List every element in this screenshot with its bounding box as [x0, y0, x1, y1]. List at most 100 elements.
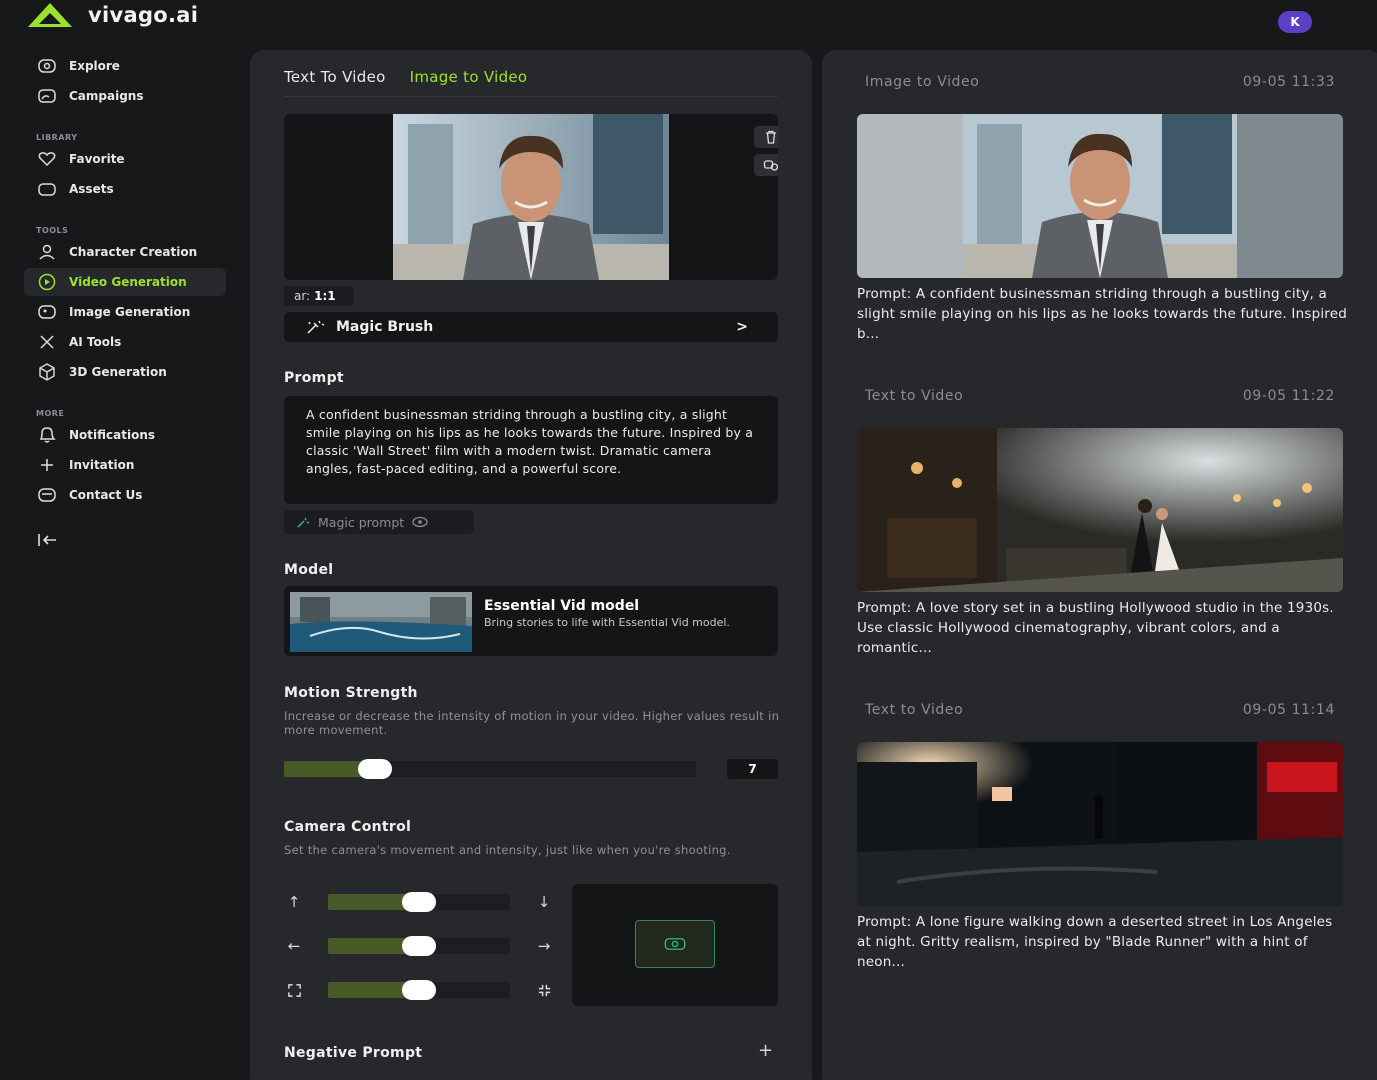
sidebar-item-label: 3D Generation [69, 365, 167, 379]
prompt-textarea[interactable]: A confident businessman striding through… [284, 396, 778, 504]
sidebar-item-label: Invitation [69, 458, 135, 472]
add-negative-prompt-button[interactable]: + [758, 1040, 773, 1061]
sidebar-item-label: Explore [69, 59, 120, 73]
sidebar-item-label: AI Tools [69, 335, 122, 349]
history-item-thumbnail[interactable] [857, 742, 1343, 906]
more-section-label: MORE [36, 409, 65, 418]
arrow-up-icon[interactable]: ↑ [285, 893, 303, 911]
motion-strength-slider[interactable] [284, 759, 696, 779]
history-item-time: 09-05 11:14 [1242, 702, 1335, 718]
aspect-ratio-value: 1:1 [314, 289, 336, 303]
sidebar-item-campaigns[interactable]: Campaigns [24, 82, 226, 110]
history-item-thumbnail[interactable] [857, 114, 1343, 278]
night-street-video-thumbnail [857, 742, 1343, 906]
magic-brush-label: Magic Brush [336, 319, 434, 335]
character-icon [39, 244, 55, 260]
sidebar-item-contact-us[interactable]: Contact Us [24, 481, 226, 509]
mail-icon [38, 488, 56, 502]
history-item-type: Text to Video [865, 388, 964, 404]
magic-prompt-label: Magic prompt [318, 514, 405, 530]
history-item-prompt: Prompt: A lone figure walking down a des… [857, 914, 1333, 970]
history-item-prompt: Prompt: A confident businessman striding… [857, 286, 1348, 342]
history-item-time: 09-05 11:22 [1242, 388, 1335, 404]
slider-thumb[interactable] [402, 936, 436, 956]
history-item-header: Text to Video 09-05 11:22 [865, 388, 1335, 404]
magic-brush-icon [307, 320, 325, 334]
negative-prompt-title: Negative Prompt [284, 1045, 423, 1061]
slider-thumb[interactable] [402, 892, 436, 912]
sidebar-item-character-creation[interactable]: Character Creation [24, 238, 226, 266]
camera-preview [572, 884, 778, 1006]
businessman-video-thumbnail [857, 114, 1343, 278]
camera-control-description: Set the camera's movement and intensity,… [284, 843, 731, 857]
chevron-right-icon: > [736, 319, 748, 335]
magic-prompt-toggle[interactable]: Magic prompt [284, 510, 474, 534]
sidebar-item-label: Campaigns [69, 89, 144, 103]
replace-image-icon [763, 160, 778, 171]
eye-icon [412, 516, 428, 528]
history-item-time: 09-05 11:33 [1242, 74, 1335, 90]
camera-vertical-slider[interactable] [328, 892, 510, 912]
aspect-ratio-label: ar: [294, 289, 311, 303]
sidebar-item-label: Video Generation [69, 275, 187, 289]
sidebar-item-label: Contact Us [69, 488, 143, 502]
sidebar-item-assets[interactable]: Assets [24, 175, 226, 203]
shrink-icon [538, 984, 550, 996]
heart-icon [38, 152, 56, 167]
tab-text-to-video[interactable]: Text To Video [284, 68, 386, 86]
sidebar-item-video-generation[interactable]: Video Generation [24, 268, 226, 296]
camera-frame[interactable] [635, 920, 715, 968]
magic-brush-button[interactable]: Magic Brush > [284, 312, 778, 342]
model-title: Model [284, 562, 334, 578]
uploaded-image-preview [284, 114, 778, 280]
camera-zoom-slider[interactable] [328, 980, 510, 1000]
plus-icon [41, 459, 53, 471]
model-name: Essential Vid model [484, 598, 640, 614]
sidebar-item-notifications[interactable]: Notifications [24, 421, 226, 449]
generator-panel: Text To Video Image to Video ar: 1:1 Mag… [250, 50, 812, 1080]
sidebar-item-image-generation[interactable]: Image Generation [24, 298, 226, 326]
zoom-in-icon[interactable] [535, 981, 553, 999]
camera-horizontal-slider[interactable] [328, 936, 510, 956]
arrow-left-icon[interactable]: ← [285, 937, 303, 955]
sidebar: Explore Campaigns LIBRARY Favorite Asset… [0, 0, 240, 1080]
delete-image-button[interactable] [754, 126, 778, 148]
history-item-header: Text to Video 09-05 11:14 [865, 702, 1335, 718]
model-selector[interactable]: Essential Vid model Bring stories to lif… [284, 586, 778, 656]
slider-thumb[interactable] [358, 759, 392, 779]
bell-icon [39, 427, 56, 443]
history-panel: Image to Video 09-05 11:33 Prompt: A con… [822, 50, 1377, 1080]
image-icon [38, 305, 56, 319]
sparkle-icon [297, 517, 310, 528]
user-avatar[interactable]: K [1278, 11, 1312, 33]
history-item-thumbnail[interactable] [857, 428, 1343, 592]
sidebar-item-3d-generation[interactable]: 3D Generation [24, 358, 226, 386]
sidebar-item-ai-tools[interactable]: AI Tools [24, 328, 226, 356]
tab-divider [284, 96, 778, 97]
motion-strength-value[interactable]: 7 [727, 759, 778, 779]
history-item-prompt: Prompt: A love story set in a bustling H… [857, 600, 1334, 656]
arrow-right-icon[interactable]: → [535, 937, 553, 955]
video-icon [38, 273, 56, 291]
collapse-sidebar-icon[interactable] [36, 530, 60, 550]
swap-image-button[interactable] [754, 154, 778, 176]
zoom-out-icon[interactable] [285, 981, 303, 999]
sidebar-item-explore[interactable]: Explore [24, 52, 226, 80]
sidebar-item-label: Notifications [69, 428, 156, 442]
sidebar-item-favorite[interactable]: Favorite [24, 145, 226, 173]
sidebar-item-invitation[interactable]: Invitation [24, 451, 226, 479]
camera-control-title: Camera Control [284, 819, 412, 835]
model-thumbnail [290, 592, 472, 652]
history-item-type: Text to Video [865, 702, 964, 718]
slider-thumb[interactable] [402, 980, 436, 1000]
arrow-down-icon[interactable]: ↓ [535, 893, 553, 911]
campaigns-icon [38, 89, 56, 103]
sidebar-item-label: Assets [69, 182, 114, 196]
mode-tabs: Text To Video Image to Video [284, 68, 527, 86]
tools-section-label: TOOLS [36, 226, 69, 235]
prompt-title: Prompt [284, 370, 344, 386]
hollywood-video-thumbnail [857, 428, 1343, 592]
sidebar-item-label: Character Creation [69, 245, 198, 259]
tab-image-to-video[interactable]: Image to Video [410, 68, 528, 86]
ai-tools-icon [40, 335, 54, 349]
